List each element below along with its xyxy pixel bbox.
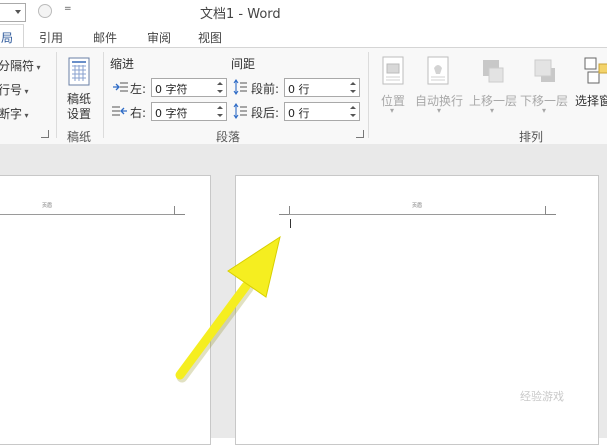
selection-pane-icon[interactable] [583,56,607,86]
selection-pane-button[interactable]: 选择窗 [575,92,607,109]
quick-access-dropdown[interactable] [0,3,26,22]
spacing-after-value: 0 行 [288,107,310,120]
spin-down-icon[interactable] [350,114,356,117]
spin-up-icon[interactable] [350,82,356,85]
chevron-down-icon: ▾ [22,111,29,120]
group-separator [368,52,369,138]
indent-left-label: 左: [130,82,147,96]
chevron-down-icon: ▾ [542,106,547,115]
spin-down-icon[interactable] [217,114,223,117]
line-numbers-button[interactable]: 行号 ▾ [0,81,29,98]
manuscript-group-label: 稿纸 [67,130,92,144]
indent-right-icon [112,106,127,116]
indent-right-label: 右: [130,106,147,120]
customize-quick-access-icon[interactable]: = [64,4,72,14]
line-numbers-label: 行号 [0,83,23,97]
spin-down-icon[interactable] [217,90,223,93]
indent-title: 缩进 [110,57,135,71]
header-divider [289,214,545,215]
spacing-title: 间距 [231,57,256,71]
header-label: 页眉 [412,203,423,209]
group-separator [56,52,57,138]
indent-right-value: 0 字符 [155,107,188,120]
manuscript-paper-icon[interactable] [67,57,93,87]
spacing-before-label: 段前: [251,82,280,96]
chevron-down-icon [15,10,21,14]
tab-layout[interactable]: 局 [0,24,24,49]
title-bar: = 文档1 - Word [0,0,607,24]
chevron-down-icon: ▾ [34,63,41,72]
indent-left-icon [113,82,128,92]
hyphenation-button[interactable]: 断字 ▾ [0,105,29,122]
chevron-down-icon: ▾ [437,106,442,115]
margin-corner-mark [174,206,185,215]
bring-forward-icon[interactable] [479,56,505,86]
spacing-after-icon [233,103,247,119]
document-area: 页眉 页眉 [0,144,607,445]
margin-corner-mark [545,206,556,215]
spacing-after-label: 段后: [251,106,280,120]
spacing-before-icon [233,79,247,95]
watermark: 经验游戏 [520,390,564,403]
spacing-before-input[interactable]: 0 行 [284,78,360,97]
ribbon-tabs: 局 引用 邮件 审阅 视图 [0,24,607,49]
spin-down-icon[interactable] [350,90,356,93]
indent-left-value: 0 字符 [155,83,188,96]
chevron-down-icon: ▾ [490,106,495,115]
spin-up-icon[interactable] [217,82,223,85]
send-backward-icon[interactable] [531,56,557,86]
position-icon[interactable] [381,56,407,86]
spin-up-icon[interactable] [217,106,223,109]
spin-up-icon[interactable] [350,106,356,109]
quick-access-circle-button[interactable] [38,4,52,18]
indent-right-input[interactable]: 0 字符 [151,102,227,121]
header-label: 页眉 [42,203,53,209]
ribbon: 分隔符 ▾ 行号 ▾ 断字 ▾ 稿纸 设置 稿纸 缩进 间距 左: 0 字符 右… [0,47,607,145]
chevron-down-icon: ▾ [390,106,395,115]
header-divider [0,214,174,215]
spacing-after-input[interactable]: 0 行 [284,102,360,121]
chevron-down-icon: ▾ [22,87,29,96]
indent-left-input[interactable]: 0 字符 [151,78,227,97]
hyphenation-label: 断字 [0,107,23,121]
breaks-button[interactable]: 分隔符 ▾ [0,57,41,74]
tab-view[interactable]: 视图 [198,29,222,46]
wrap-text-icon[interactable] [426,56,452,86]
paragraph-group-label: 段落 [216,130,241,144]
tab-layout-label: 局 [1,31,14,45]
window-title: 文档1 - Word [200,7,281,22]
manuscript-button-line2[interactable]: 设置 [67,105,91,122]
group-separator [103,52,104,138]
tab-review[interactable]: 审阅 [147,29,171,46]
tab-mailings[interactable]: 邮件 [93,29,117,46]
tab-references[interactable]: 引用 [39,29,63,46]
yellow-arrow-annotation [175,235,281,383]
paragraph-launcher-icon[interactable] [356,130,364,138]
page-setup-launcher-icon[interactable] [41,130,49,138]
spacing-before-value: 0 行 [288,83,310,96]
arrange-group-label: 排列 [519,130,544,144]
breaks-label: 分隔符 [0,59,35,73]
